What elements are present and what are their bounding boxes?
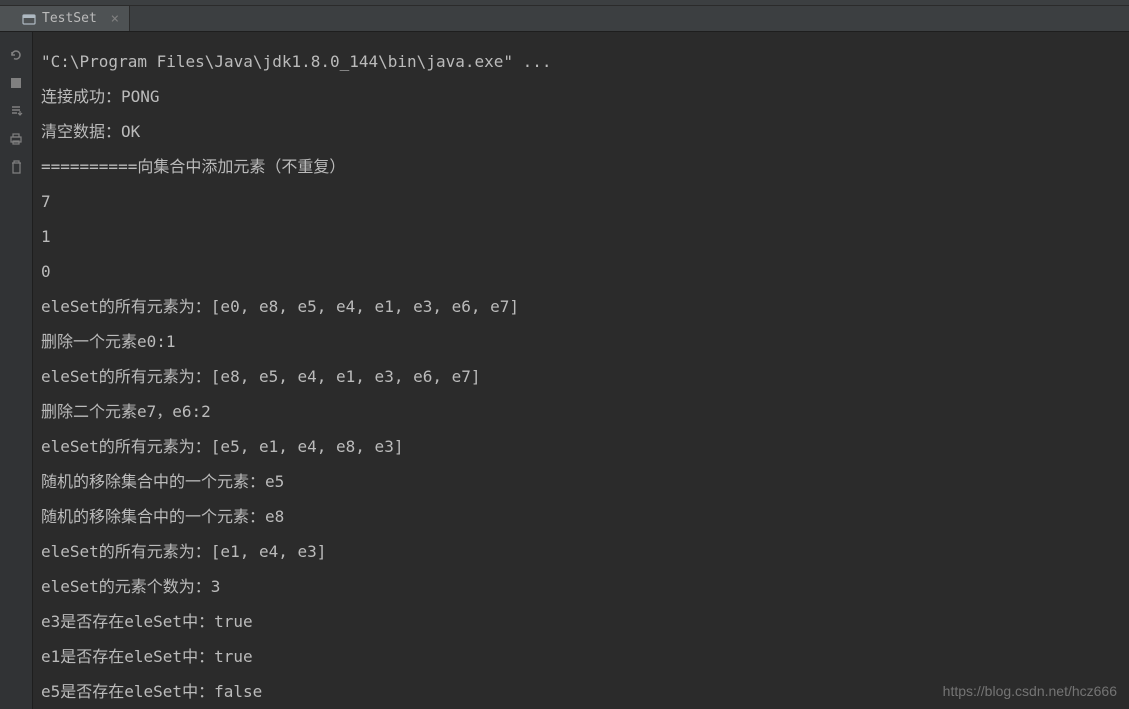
- console-line: 1: [41, 219, 1121, 254]
- watermark: https://blog.csdn.net/hcz666: [943, 683, 1117, 699]
- print-icon[interactable]: [7, 130, 25, 148]
- console-line: eleSet的所有元素为：[e1, e4, e3]: [41, 534, 1121, 569]
- console-line: 删除一个元素e0:1: [41, 324, 1121, 359]
- console-line: 清空数据：OK: [41, 114, 1121, 149]
- tab-bar: TestSet ×: [0, 6, 1129, 32]
- trash-icon[interactable]: [7, 158, 25, 176]
- console-line: 0: [41, 254, 1121, 289]
- console-line: "C:\Program Files\Java\jdk1.8.0_144\bin\…: [41, 44, 1121, 79]
- console-line: 连接成功：PONG: [41, 79, 1121, 114]
- console-line: eleSet的所有元素为：[e5, e1, e4, e8, e3]: [41, 429, 1121, 464]
- console-line: e1是否存在eleSet中：true: [41, 639, 1121, 674]
- console-output[interactable]: "C:\Program Files\Java\jdk1.8.0_144\bin\…: [33, 32, 1129, 709]
- console-line: 随机的移除集合中的一个元素：e8: [41, 499, 1121, 534]
- console-line: eleSet的元素个数为：3: [41, 569, 1121, 604]
- scroll-icon[interactable]: [7, 102, 25, 120]
- rerun-icon[interactable]: [7, 46, 25, 64]
- gutter: [0, 32, 33, 709]
- tab-close[interactable]: ×: [107, 11, 123, 27]
- console-line: e3是否存在eleSet中：true: [41, 604, 1121, 639]
- console-line: 删除二个元素e7，e6:2: [41, 394, 1121, 429]
- stop-icon[interactable]: [7, 74, 25, 92]
- run-config-icon: [22, 12, 36, 26]
- tab-label: TestSet: [42, 11, 97, 26]
- content-area: "C:\Program Files\Java\jdk1.8.0_144\bin\…: [0, 32, 1129, 709]
- run-tab[interactable]: TestSet ×: [0, 6, 130, 31]
- console-line: 随机的移除集合中的一个元素：e5: [41, 464, 1121, 499]
- console-line: 7: [41, 184, 1121, 219]
- console-line: ==========向集合中添加元素（不重复）: [41, 149, 1121, 184]
- console-line: eleSet的所有元素为：[e8, e5, e4, e1, e3, e6, e7…: [41, 359, 1121, 394]
- console-line: eleSet的所有元素为：[e0, e8, e5, e4, e1, e3, e6…: [41, 289, 1121, 324]
